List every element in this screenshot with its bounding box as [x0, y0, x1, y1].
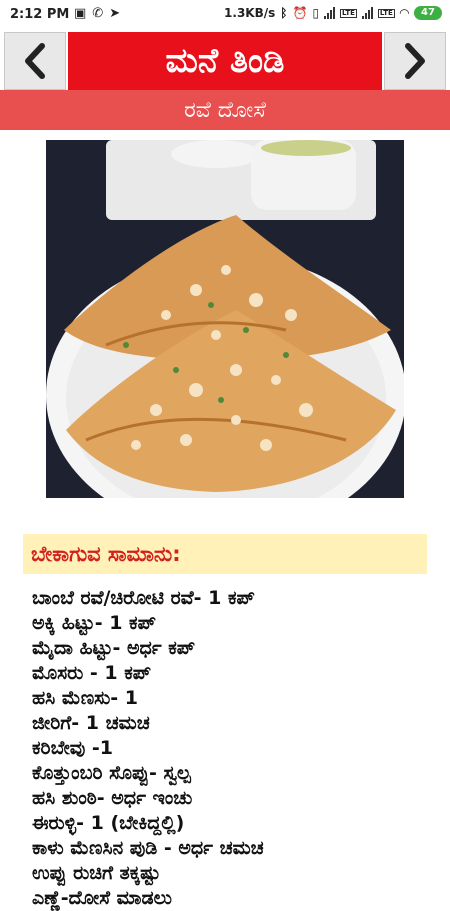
app-header: ಮನೆ ತಿಂಡಿ: [0, 32, 450, 90]
status-bar: 2:12 PM ▣ ✆ ➤ 1.3KB/s ᛒ ⏰ ▯ LTE LTE ◠ 47: [0, 0, 450, 32]
vibrate-icon: ▯: [312, 6, 320, 20]
bluetooth-icon: ᛒ: [280, 6, 288, 20]
lte-badge-1: LTE: [340, 8, 357, 18]
ingredient-item: ಮೈದಾ ಹಿಟ್ಟು- ಅರ್ಧ ಕಪ್: [32, 637, 196, 659]
ingredients-heading: ಬೇಕಾಗುವ ಸಾಮಾನು:: [23, 534, 427, 574]
rava-dosa-illustration: [46, 140, 404, 498]
chevron-right-icon: [405, 43, 425, 79]
lte-badge-2: LTE: [377, 8, 395, 18]
battery-icon: 47: [414, 6, 442, 20]
alarm-icon: ⏰: [292, 6, 308, 20]
ingredient-item: ಹಸಿ ಶುಂಠಿ- ಅರ್ಧ ಇಂಚು: [32, 787, 193, 809]
ingredient-item: ಜೀರಿಗೆ- 1 ಚಮಚ: [32, 712, 150, 734]
ingredients-list: ಬಾಂಬೆ ರವೆ/ಚಿರೋಟಿ ರವೆ- 1 ಕಪ್ ಅಕ್ಕಿ ಹಿಟ್ಟು…: [32, 586, 264, 911]
app-title: ಮನೆ ತಿಂಡಿ: [68, 32, 382, 90]
chevron-left-icon: [25, 43, 45, 79]
ingredient-item: ಮೊಸರು - 1 ಕಪ್: [32, 662, 152, 684]
next-button[interactable]: [384, 32, 446, 90]
signal-icon-1: [324, 7, 336, 19]
ingredient-item: ಉಪ್ಪು ರುಚಿಗೆ ತಕ್ಕಷ್ಟು: [32, 862, 161, 884]
ingredient-item: ಈರುಳ್ಳಿ- 1 (ಬೇಕಿದ್ದಲ್ಲಿ): [32, 812, 185, 834]
ingredient-item: ಕಾಳು ಮೆಣಸಿನ ಪುಡಿ - ಅರ್ಧ ಚಮಚ: [32, 837, 264, 859]
ingredient-item: ಹಸಿ ಮೆಣಸು- 1: [32, 687, 139, 709]
status-time: 2:12 PM: [10, 7, 70, 22]
previous-button[interactable]: [4, 32, 66, 90]
ingredient-item: ಕೊತ್ತುಂಬರಿ ಸೊಪ್ಪು- ಸ್ವಲ್ಪ: [32, 762, 191, 784]
ingredient-item: ಅಕ್ಕಿ ಹಿಟ್ಟು- 1 ಕಪ್: [32, 612, 156, 634]
ingredient-item: ಬಾಂಬೆ ರವೆ/ಚಿರೋಟಿ ರವೆ- 1 ಕಪ್: [32, 587, 255, 609]
ingredient-item: ಎಣ್ಣೆ-ದೋಸೆ ಮಾಡಲು: [32, 887, 172, 909]
network-speed: 1.3KB/s: [224, 6, 276, 20]
call-icon: ✆: [92, 6, 104, 21]
notification-icons: ▣ ✆ ➤: [74, 6, 120, 21]
dish-photo: [46, 140, 404, 498]
signal-icon-2: [361, 7, 373, 19]
status-right: 1.3KB/s ᛒ ⏰ ▯ LTE LTE ◠ 47: [224, 6, 442, 20]
wifi-icon: ◠: [399, 6, 409, 20]
ingredient-item: ಕರಿಬೇವು -1: [32, 737, 113, 759]
sim-card-icon: ▣: [74, 6, 87, 21]
recipe-title: ರವೆ ದೋಸೆ: [0, 90, 450, 130]
messenger-icon: ➤: [109, 6, 121, 21]
